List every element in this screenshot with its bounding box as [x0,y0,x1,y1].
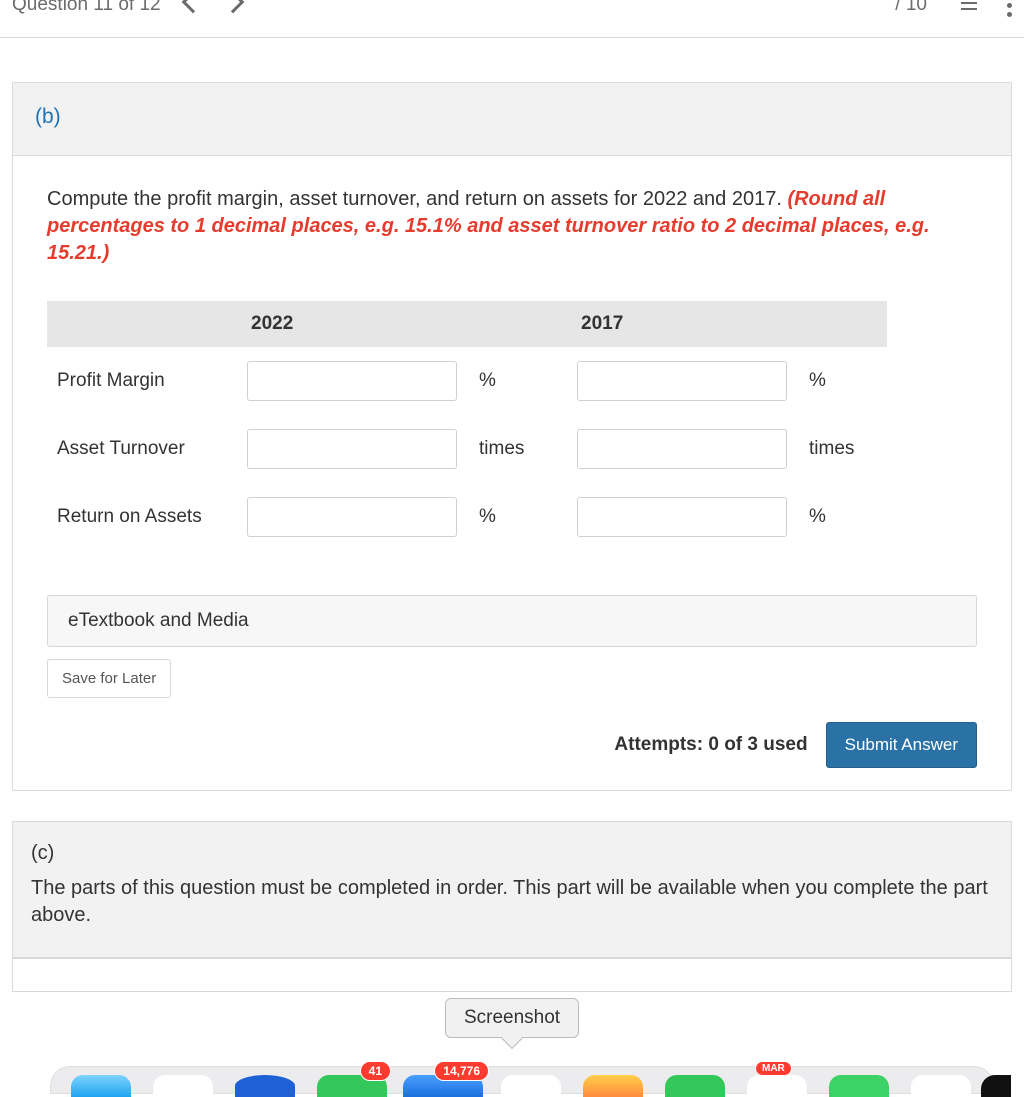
unit-label: times [797,415,887,483]
save-for-later-button[interactable]: Save for Later [47,659,171,698]
dock-app-photos[interactable] [583,1075,643,1097]
unit-label: % [467,483,567,551]
question-part-c: (c) The parts of this question must be c… [12,821,1012,958]
etextbook-media-bar[interactable]: eTextbook and Media [47,595,977,647]
macos-dock[interactable]: 41 14,776 MAR [50,1066,994,1094]
chevron-right-icon [221,0,244,13]
dock-app-excel[interactable] [829,1075,889,1097]
question-part-b: (b) Compute the profit margin, asset tur… [12,82,1012,791]
messages-badge: 41 [360,1061,391,1081]
score-progress: / 10 [895,0,927,16]
prev-question-button[interactable] [185,0,201,16]
dock-app-launchpad[interactable] [153,1075,213,1097]
return-on-assets-2017-input[interactable] [577,497,787,537]
answer-table: 2022 2017 Profit Margin % % Asset Turnov… [47,301,887,551]
unit-label: times [467,415,567,483]
row-label-profit-margin: Profit Margin [47,347,237,415]
asset-turnover-2022-input[interactable] [247,429,457,469]
chevron-left-icon [181,0,204,13]
table-row: Return on Assets % % [47,483,887,551]
calendar-month-badge: MAR [755,1061,792,1076]
dock-app-generic[interactable] [911,1075,971,1097]
question-prompt: Compute the profit margin, asset turnove… [47,186,977,267]
screenshot-tooltip: Screenshot [445,998,579,1038]
dock-app-messages[interactable]: 41 [317,1075,387,1097]
dock-app-facetime[interactable] [501,1075,561,1097]
more-options-icon[interactable] [1007,0,1012,17]
profit-margin-2022-input[interactable] [247,361,457,401]
prompt-text: Compute the profit margin, asset turnove… [47,188,787,210]
profit-margin-2017-input[interactable] [577,361,787,401]
question-nav-bar: Question 11 of 12 / 10 [0,0,1024,38]
table-row: Asset Turnover times times [47,415,887,483]
list-icon[interactable] [957,0,977,10]
table-row: Profit Margin % % [47,347,887,415]
unit-label: % [797,347,887,415]
etextbook-media-label: eTextbook and Media [68,610,249,631]
unit-label: % [797,483,887,551]
dock-app-safari[interactable] [235,1075,295,1097]
row-label-asset-turnover: Asset Turnover [47,415,237,483]
asset-turnover-2017-input[interactable] [577,429,787,469]
dock-app-mail[interactable]: 14,776 [403,1075,483,1097]
return-on-assets-2022-input[interactable] [247,497,457,537]
row-label-return-on-assets: Return on Assets [47,483,237,551]
mail-badge: 14,776 [434,1061,489,1081]
col-header-2022: 2022 [237,301,467,347]
attempts-text: Attempts: 0 of 3 used [614,734,807,756]
part-c-footer [12,958,1012,992]
part-c-label: (c) [31,840,993,867]
col-header-2017: 2017 [567,301,797,347]
dock-app-calendar[interactable]: MAR [747,1075,807,1097]
dock-app-phone[interactable] [665,1075,725,1097]
unit-label: % [467,347,567,415]
part-b-label: (b) [35,105,61,128]
submit-answer-button[interactable]: Submit Answer [826,722,977,768]
part-c-locked-message: The parts of this question must be compl… [31,875,993,929]
next-question-button[interactable] [225,0,241,16]
dock-app-finder[interactable] [71,1075,131,1097]
part-b-header: (b) [13,83,1011,156]
question-counter: Question 11 of 12 [12,0,161,16]
dock-app-dark[interactable] [981,1075,1011,1097]
